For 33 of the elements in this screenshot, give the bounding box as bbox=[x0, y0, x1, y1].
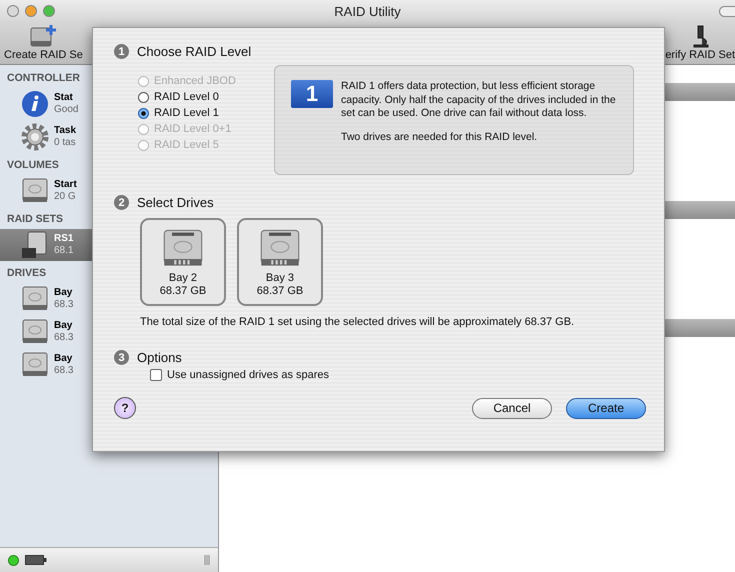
step-title: Choose RAID Level bbox=[137, 44, 252, 59]
item-detail: 0 tas bbox=[54, 137, 76, 149]
step-number: 2 bbox=[114, 195, 129, 210]
level-note: Two drives are needed for this RAID level. bbox=[341, 130, 538, 144]
step-title: Options bbox=[137, 350, 182, 365]
raid-level-badge: 1 bbox=[291, 80, 333, 108]
item-name: Task bbox=[54, 125, 76, 137]
item-name: RS1 bbox=[54, 233, 74, 245]
item-detail: 20 G bbox=[54, 191, 77, 203]
drive-name: Bay 2 bbox=[168, 272, 198, 285]
level-description: RAID 1 offers data protection, but less efficient storage capacity. Only half the capacity of the drives included in the set can be used. One drive can fail without data loss. bbox=[341, 80, 617, 120]
item-detail: Good bbox=[54, 104, 78, 116]
item-name: Bay bbox=[54, 353, 74, 365]
item-detail: 68.3 bbox=[54, 365, 74, 377]
item-name: Stat bbox=[54, 92, 74, 104]
item-name: Start bbox=[54, 179, 77, 191]
section-heading: VOLUMES bbox=[6, 158, 59, 173]
window-title: RAID Utility bbox=[334, 4, 401, 18]
drive-size: 68.37 GB bbox=[160, 285, 206, 298]
item-name: Bay bbox=[54, 320, 74, 332]
size-summary: The total size of the RAID 1 set using the selected drives will be approximately 68.37 GB. bbox=[140, 316, 576, 328]
item-detail: 68.3 bbox=[54, 332, 74, 344]
step-number: 3 bbox=[114, 350, 129, 365]
item-detail: 68.1 bbox=[54, 245, 74, 257]
section-heading: RAID SETS bbox=[6, 212, 64, 227]
step-number: 1 bbox=[114, 44, 129, 59]
drive-size: 68.37 GB bbox=[256, 285, 304, 298]
section-heading: DRIVES bbox=[6, 266, 46, 281]
item-name: Bay bbox=[54, 287, 74, 299]
drive-name: Bay 3 bbox=[266, 272, 294, 285]
step-title: Select Drives bbox=[137, 195, 214, 210]
section-heading: CONTROLLER bbox=[6, 71, 80, 86]
item-detail: 68.3 bbox=[54, 299, 74, 311]
